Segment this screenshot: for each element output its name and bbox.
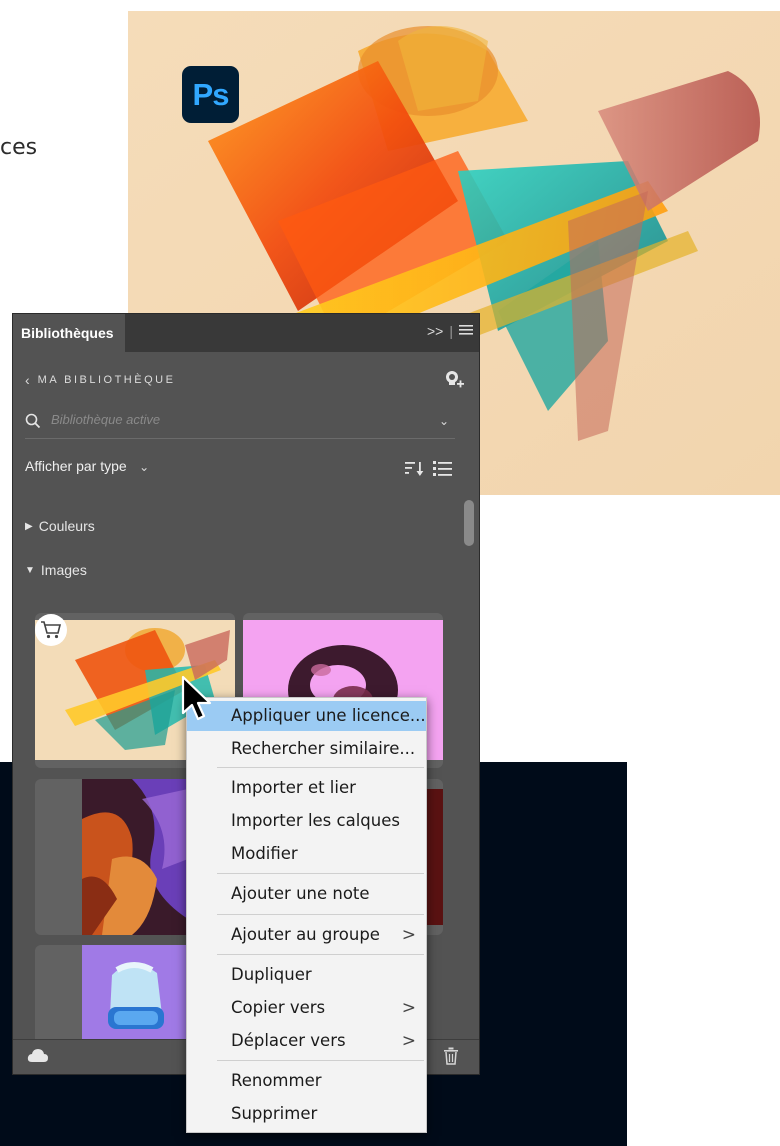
menu-separator xyxy=(217,954,424,955)
invite-user-icon[interactable] xyxy=(443,369,465,391)
menu-separator xyxy=(217,873,424,874)
submenu-arrow-icon: > xyxy=(401,925,416,945)
menu-item-add-to-group-label: Ajouter au groupe xyxy=(231,925,380,944)
menu-item-delete[interactable]: Supprimer xyxy=(187,1099,426,1129)
search-icon xyxy=(25,413,41,429)
background-partial-text: ces xyxy=(0,135,38,160)
menu-item-rename[interactable]: Renommer xyxy=(187,1066,426,1096)
submenu-arrow-icon: > xyxy=(401,1031,416,1051)
photoshop-app-badge: Ps xyxy=(182,66,239,123)
chevron-down-icon: ⌄ xyxy=(139,460,150,474)
panel-scrollbar[interactable] xyxy=(463,500,475,1020)
library-title[interactable]: MA BIBLIOTHÈQUE xyxy=(38,374,176,386)
menu-item-import-and-link[interactable]: Importer et lier xyxy=(187,773,426,803)
section-colors-label: Couleurs xyxy=(38,518,95,534)
view-by-type-dropdown[interactable]: Afficher par type ⌄ xyxy=(25,458,149,475)
section-images[interactable]: ▼ Images xyxy=(25,562,87,578)
menu-separator xyxy=(217,914,424,915)
menu-item-edit[interactable]: Modifier xyxy=(187,839,426,869)
section-images-label: Images xyxy=(40,562,87,578)
collapsed-triangle-icon: ▶ xyxy=(25,520,33,532)
panel-tab-bar: Bibliothèques >> | xyxy=(13,314,479,352)
search-bar: ⌄ xyxy=(25,410,455,439)
search-input[interactable] xyxy=(51,412,391,427)
menu-item-add-to-group[interactable]: Ajouter au groupe > xyxy=(187,920,426,950)
view-options-row: Afficher par type ⌄ xyxy=(25,458,455,482)
list-view-icon[interactable] xyxy=(433,460,453,478)
menu-item-move-to-label: Déplacer vers xyxy=(231,1031,346,1050)
view-by-type-label: Afficher par type xyxy=(25,458,127,474)
menu-item-search-similar[interactable]: Rechercher similaire... xyxy=(187,734,426,764)
menu-item-add-note[interactable]: Ajouter une note xyxy=(187,879,426,909)
submenu-arrow-icon: > xyxy=(401,998,416,1018)
menu-item-move-to[interactable]: Déplacer vers > xyxy=(187,1026,426,1056)
back-chevron-icon[interactable]: ‹ xyxy=(25,372,30,388)
menu-item-copy-to-label: Copier vers xyxy=(231,998,326,1017)
menu-separator xyxy=(217,767,424,768)
menu-separator xyxy=(217,1060,424,1061)
tab-libraries[interactable]: Bibliothèques xyxy=(13,314,125,352)
shopping-cart-icon[interactable] xyxy=(35,614,67,646)
expand-panel-button[interactable]: >> xyxy=(427,323,443,339)
context-menu: Appliquer une licence... Rechercher simi… xyxy=(186,697,427,1133)
menu-item-import-layers[interactable]: Importer les calques xyxy=(187,806,426,836)
library-header: ‹ MA BIBLIOTHÈQUE xyxy=(25,369,465,391)
sort-icon[interactable] xyxy=(405,460,425,478)
search-scope-chevron-icon[interactable]: ⌄ xyxy=(439,414,449,428)
section-colors[interactable]: ▶ Couleurs xyxy=(25,518,95,534)
cloud-icon[interactable] xyxy=(27,1048,49,1069)
menu-item-copy-to[interactable]: Copier vers > xyxy=(187,993,426,1023)
scrollbar-thumb[interactable] xyxy=(464,500,474,546)
trash-icon[interactable] xyxy=(443,1047,459,1070)
mouse-cursor-icon xyxy=(180,675,214,723)
menu-item-apply-license[interactable]: Appliquer une licence... xyxy=(187,701,426,731)
panel-menu-icon[interactable] xyxy=(459,323,473,339)
menu-item-duplicate[interactable]: Dupliquer xyxy=(187,960,426,990)
panel-controls: >> | xyxy=(427,323,473,339)
expanded-triangle-icon: ▼ xyxy=(25,564,35,576)
